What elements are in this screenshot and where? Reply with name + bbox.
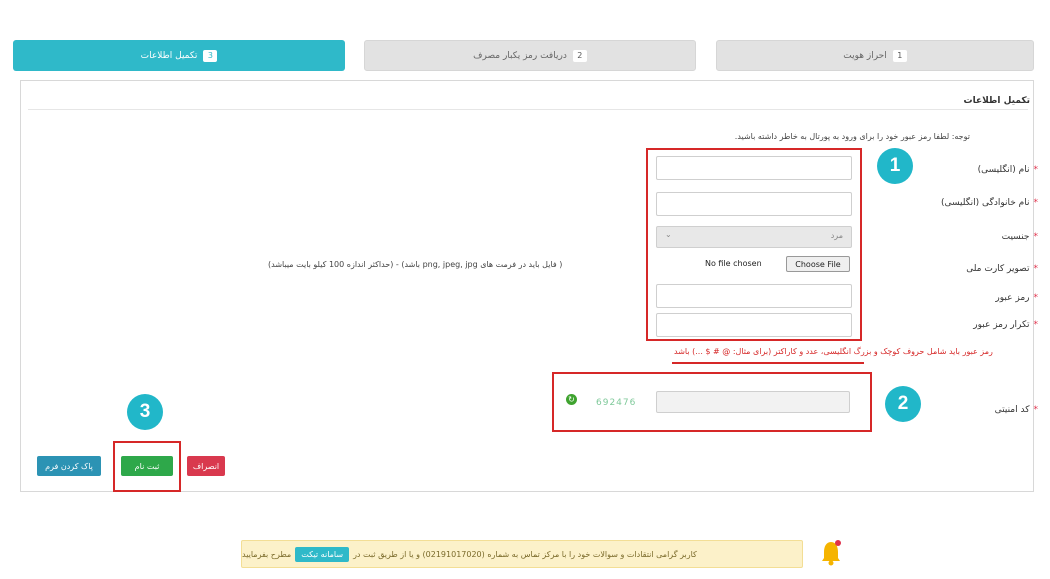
clear-form-button[interactable]: پاک کردن فرم: [37, 456, 101, 476]
form-title: تکمیل اطلاعات: [963, 96, 1030, 106]
required-marker: *: [1033, 232, 1039, 242]
step-number: 1: [892, 49, 907, 62]
support-notice: کاربر گرامی انتقادات و سوالات خود را با …: [241, 540, 803, 568]
form-panel: [20, 80, 1034, 492]
step-label: تکمیل اطلاعات: [140, 50, 198, 61]
annotation-badge-2: 2: [885, 386, 921, 422]
step-label: دریافت رمز یکبار مصرف: [473, 50, 567, 61]
ticket-link[interactable]: سامانه تیکت: [295, 546, 350, 562]
annotation-badge-1: 1: [877, 148, 913, 184]
password-hint: رمز عبور باید شامل حروف کوچک و بزرگ انگل…: [674, 347, 993, 356]
label-password-repeat: *تکرار رمز عبور: [973, 320, 1038, 330]
required-marker: *: [1033, 320, 1039, 330]
submit-button[interactable]: ثبت نام: [121, 456, 173, 476]
annotation-box-fields: [646, 148, 862, 341]
panel-divider: [28, 109, 1028, 110]
required-marker: *: [1033, 198, 1039, 208]
label-captcha: *کد امنیتی: [994, 405, 1039, 415]
required-marker: *: [1033, 405, 1039, 415]
step-identity[interactable]: 1 احراز هویت: [716, 40, 1034, 71]
required-marker: *: [1033, 165, 1039, 175]
form-note: توجه: لطفا رمز عبور خود را برای ورود به …: [734, 132, 970, 141]
step-number: 2: [572, 49, 587, 62]
cancel-button[interactable]: انصراف: [187, 456, 225, 476]
label-password: *رمز عبور: [995, 293, 1038, 303]
required-marker: *: [1033, 264, 1039, 274]
label-gender: *جنسیت: [1001, 232, 1039, 242]
notice-text-start: کاربر گرامی انتقادات و سوالات خود را با …: [353, 549, 697, 559]
label-last-name: *نام خانوادگی (انگلیسی): [940, 198, 1039, 208]
password-hint-underline: [672, 362, 864, 364]
label-first-name: *نام (انگلیسی): [977, 165, 1039, 175]
bell-icon: [820, 538, 842, 568]
file-format-hint: ( فایل باید در فرمت های png, jpeg, jpg ب…: [268, 260, 563, 269]
label-id-card: *تصویر کارت ملی: [966, 264, 1038, 274]
step-complete-info[interactable]: 3 تکمیل اطلاعات: [13, 40, 345, 71]
step-label: احراز هویت: [843, 50, 887, 61]
annotation-box-captcha: [552, 372, 872, 432]
step-number: 3: [203, 49, 218, 62]
notice-text-end: مطرح بفرمایید: [242, 549, 292, 559]
required-marker: *: [1033, 293, 1039, 303]
annotation-badge-3: 3: [127, 394, 163, 430]
step-otp[interactable]: 2 دریافت رمز یکبار مصرف: [364, 40, 696, 71]
